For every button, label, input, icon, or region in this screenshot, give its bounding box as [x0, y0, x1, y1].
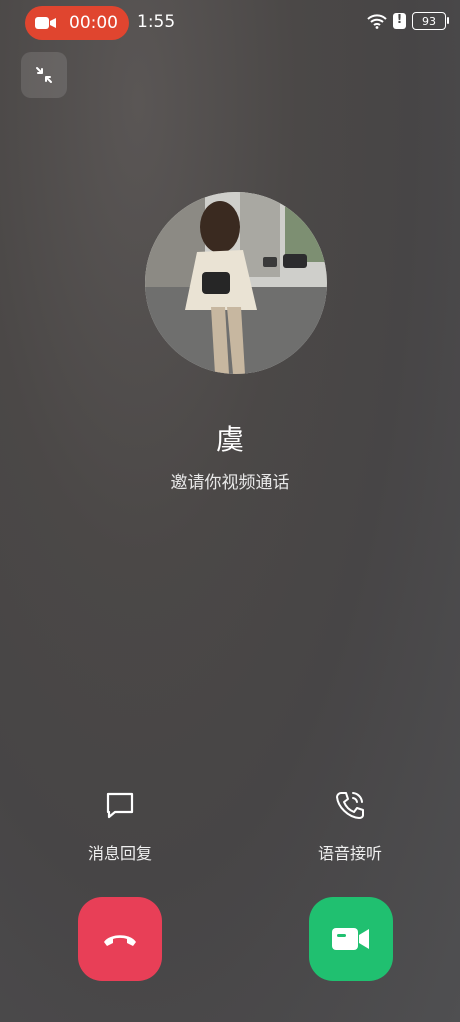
voice-answer-button[interactable]: 语音接听	[280, 788, 420, 864]
recording-timer: 00:00	[69, 13, 118, 33]
caller-name: 虞	[215, 423, 244, 456]
status-clock: 1:55	[137, 12, 176, 32]
video-camera-icon	[35, 17, 56, 29]
message-reply-button[interactable]: 消息回复	[50, 788, 190, 864]
minimize-button[interactable]	[21, 52, 67, 98]
battery-icon: 93	[412, 12, 449, 30]
accept-video-call-button[interactable]	[309, 897, 393, 981]
screen-recording-indicator[interactable]: 00:00	[25, 6, 129, 40]
decline-call-button[interactable]	[78, 897, 162, 981]
phone-ringing-icon	[336, 792, 364, 819]
status-bar: 00:00 1:55 93	[0, 0, 460, 46]
wifi-icon	[367, 14, 387, 29]
chat-bubble-icon	[106, 792, 134, 819]
collapse-arrows-icon	[36, 67, 52, 83]
system-icons: 93	[367, 12, 449, 30]
avatar-photo	[145, 192, 327, 374]
hang-up-icon	[104, 935, 136, 946]
call-invitation-text: 邀请你视频通话	[170, 473, 290, 493]
caller-avatar	[145, 192, 327, 374]
battery-level: 93	[422, 14, 436, 28]
message-reply-label: 消息回复	[87, 844, 152, 863]
voice-answer-label: 语音接听	[317, 844, 382, 863]
video-camera-icon	[332, 928, 369, 950]
alert-icon	[393, 12, 406, 29]
